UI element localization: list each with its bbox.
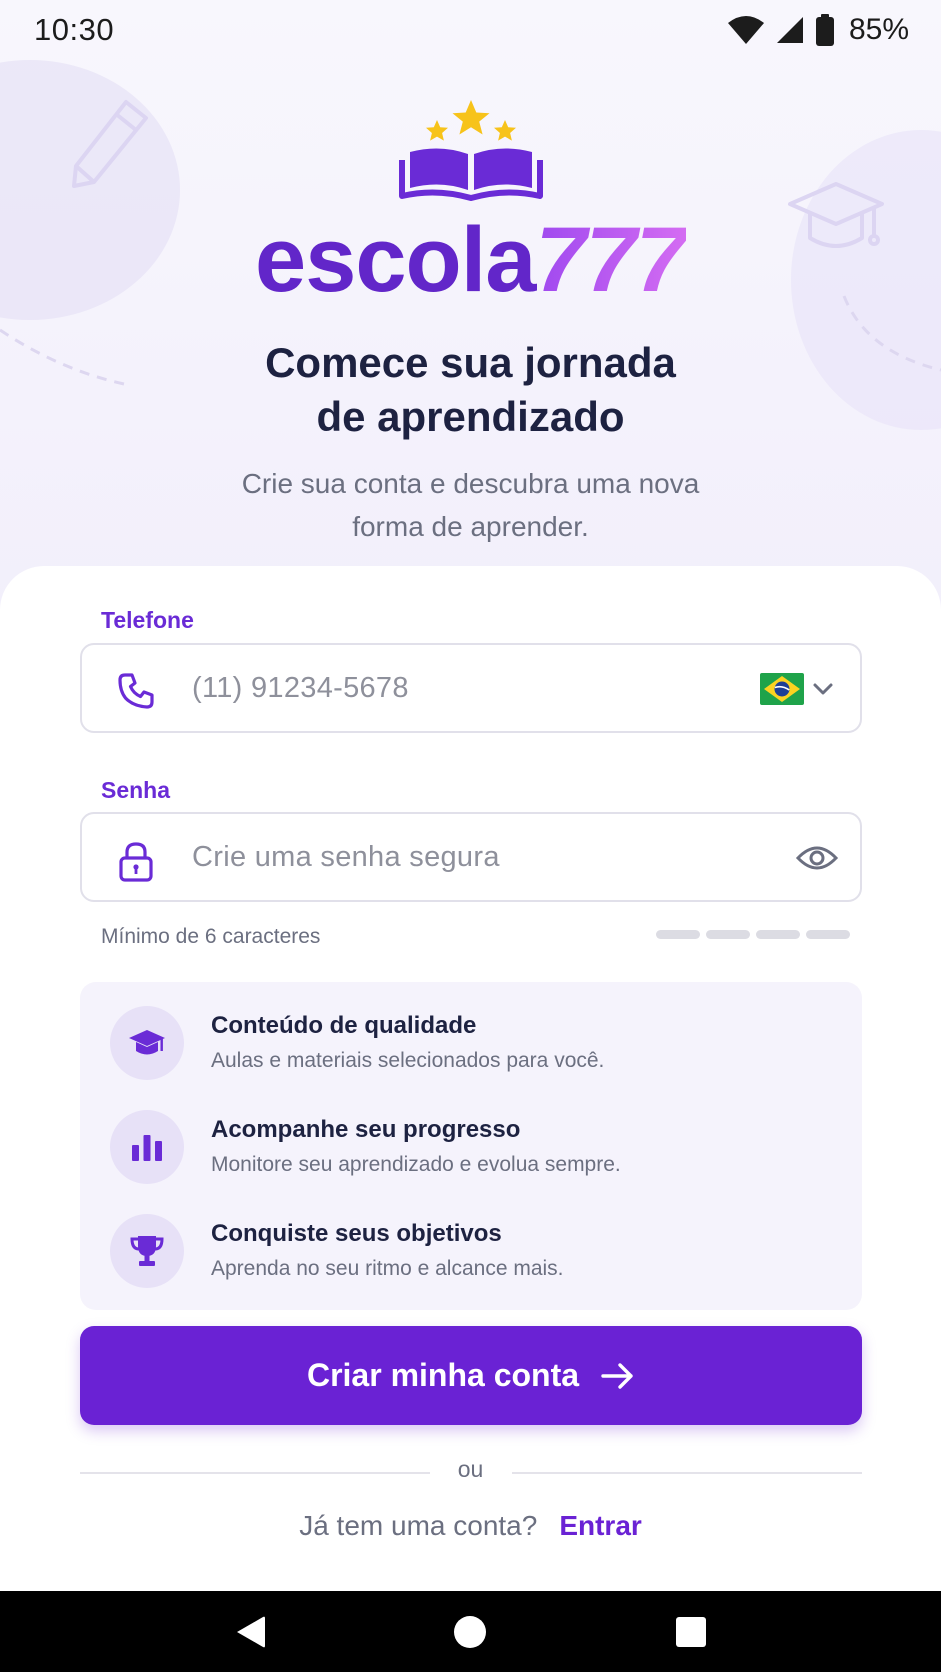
feature-description: Aprenda no seu ritmo e alcance mais. <box>211 1257 564 1280</box>
signal-icon <box>776 17 803 43</box>
bar-chart-icon <box>132 1135 162 1161</box>
feature-icon-circle <box>110 1214 184 1288</box>
back-button[interactable] <box>225 1607 275 1657</box>
login-link[interactable]: Entrar <box>559 1510 641 1541</box>
trophy-icon <box>130 1236 164 1266</box>
page-title: Comece sua jornada de aprendizado <box>265 339 676 440</box>
phone-input[interactable]: (11) 91234-5678 <box>80 643 862 733</box>
strength-segment <box>756 930 800 939</box>
recents-button[interactable] <box>666 1607 716 1657</box>
login-prompt: Já tem uma conta? Entrar <box>0 1510 941 1542</box>
brand-wordmark: escola777 <box>255 209 687 311</box>
password-hint: Mínimo de 6 caracteres <box>101 925 321 948</box>
phone-placeholder: (11) 91234-5678 <box>192 671 409 704</box>
divider-text: ou <box>457 1456 484 1482</box>
strength-segment <box>806 930 850 939</box>
feature-title: Acompanhe seu progresso <box>211 1116 521 1143</box>
home-button[interactable] <box>445 1607 495 1657</box>
home-icon <box>454 1615 487 1648</box>
password-label: Senha <box>101 777 171 803</box>
graduation-cap-icon <box>129 1030 165 1055</box>
battery-percentage: 85% <box>848 13 909 46</box>
create-account-button[interactable]: Criar minha conta <box>80 1326 862 1425</box>
back-icon <box>237 1616 266 1647</box>
strength-segment <box>656 930 700 939</box>
create-account-label: Criar minha conta <box>306 1357 580 1393</box>
feature-item: Acompanhe seu progresso Monitore seu apr… <box>80 1110 862 1200</box>
feature-title: Conquiste seus objetivos <box>211 1220 502 1247</box>
page-subtitle: Crie sua conta e descubra uma nova forma… <box>241 468 700 542</box>
feature-title: Conteúdo de qualidade <box>211 1012 477 1039</box>
feature-item: Conquiste seus objetivos Aprenda no seu … <box>80 1214 862 1304</box>
status-time: 10:30 <box>34 12 115 47</box>
feature-icon-circle <box>110 1006 184 1080</box>
login-question: Já tem uma conta? <box>299 1510 538 1541</box>
phone-label: Telefone <box>101 607 194 633</box>
feature-description: Monitore seu aprendizado e evolua sempre… <box>211 1153 621 1176</box>
recents-icon <box>675 1616 706 1647</box>
status-bar: 10:30 85% <box>0 0 941 60</box>
lock-icon <box>119 842 153 882</box>
password-placeholder: Crie uma senha segura <box>192 840 500 873</box>
book-stars-logo-icon <box>398 100 543 201</box>
feature-item: Conteúdo de qualidade Aulas e materiais … <box>80 1006 862 1096</box>
system-navigation-bar <box>0 1591 941 1672</box>
chevron-down-icon[interactable] <box>812 679 834 699</box>
feature-icon-circle <box>110 1110 184 1184</box>
phone-icon <box>118 673 154 709</box>
strength-segment <box>706 930 750 939</box>
wifi-icon <box>727 16 764 44</box>
password-input[interactable]: Crie uma senha segura <box>80 812 862 902</box>
status-icons: 85% <box>727 13 909 47</box>
battery-icon <box>815 14 834 46</box>
features-panel: Conteúdo de qualidade Aulas e materiais … <box>80 982 862 1310</box>
password-strength-meter <box>656 930 850 939</box>
brand-logo: escola777 <box>0 98 941 308</box>
brazil-flag-icon[interactable] <box>760 673 804 705</box>
eye-icon[interactable] <box>796 842 838 874</box>
feature-description: Aulas e materiais selecionados para você… <box>211 1049 605 1072</box>
arrow-right-icon <box>601 1362 633 1389</box>
